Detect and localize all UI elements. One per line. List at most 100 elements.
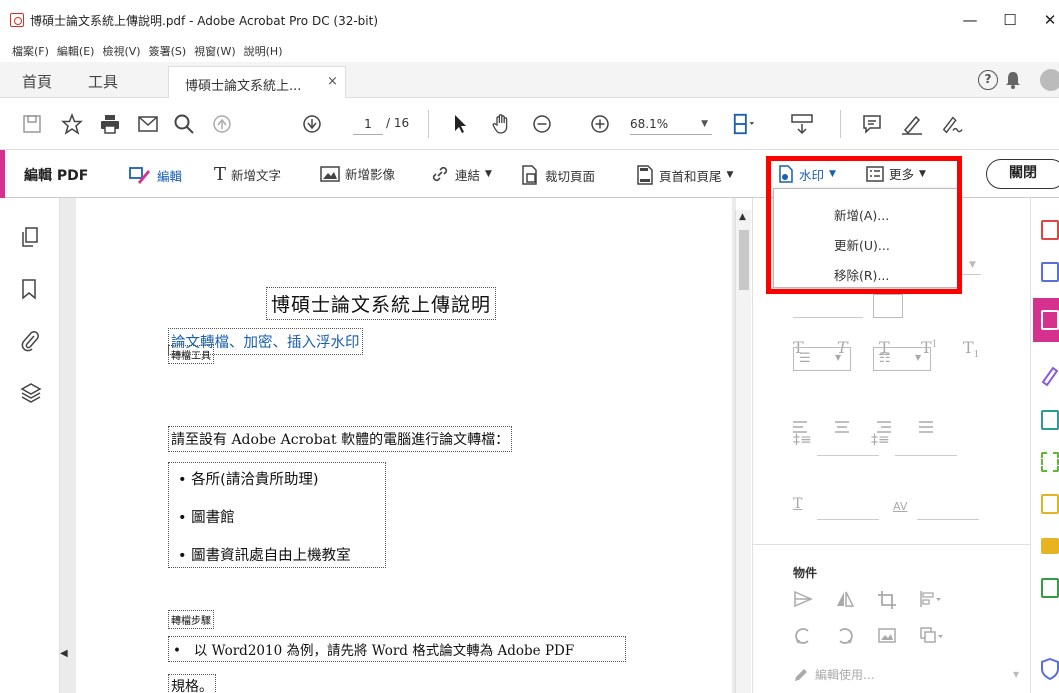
rotate-right-icon[interactable]: [835, 626, 855, 649]
steps-heading[interactable]: 轉檔步驟: [168, 610, 214, 629]
horizontal-scaling-icon[interactable]: T: [793, 496, 802, 512]
instruction-text[interactable]: 請至設有 Adobe Acrobat 軟體的電腦進行論文轉檔：: [168, 426, 513, 452]
chevron-down-icon: ▼: [485, 169, 492, 179]
character-spacing-icon[interactable]: AV: [893, 500, 907, 513]
menu-file[interactable]: 檔案(F): [12, 43, 49, 59]
page-fit-icon[interactable]: [732, 112, 756, 136]
line-spacing-select[interactable]: [817, 434, 879, 456]
highlight-pen-icon[interactable]: [900, 112, 924, 136]
maximize-button[interactable]: ☐: [995, 8, 1025, 32]
app-tab-bar: 首頁 工具 博碩士論文系統上... × ?: [0, 62, 1059, 98]
page-thumbnails-icon[interactable]: [20, 226, 42, 248]
subscript-icon[interactable]: T1: [963, 338, 979, 360]
pdf-page[interactable]: 博碩士論文系統上傳說明 論文轉檔、加密、插入浮水印 轉檔工具 請至設有 Adob…: [76, 198, 732, 693]
close-tool-button[interactable]: 關閉: [986, 159, 1059, 189]
align-objects-icon[interactable]: [919, 590, 943, 611]
menu-edit[interactable]: 編輯(E): [57, 43, 95, 59]
fill-sign-tool-icon[interactable]: [1041, 366, 1059, 389]
replace-image-icon[interactable]: [877, 626, 897, 649]
notification-bell-icon[interactable]: [1004, 70, 1022, 93]
combine-files-tool-icon[interactable]: [1041, 494, 1059, 514]
close-window-button[interactable]: ✕: [1035, 8, 1059, 32]
user-avatar[interactable]: [1040, 69, 1059, 91]
menu-help[interactable]: 說明(H): [244, 43, 283, 59]
line-spacing-icon[interactable]: ‡≡: [793, 432, 812, 448]
color-swatch[interactable]: [873, 294, 903, 318]
read-mode-icon[interactable]: [790, 112, 814, 136]
search-icon[interactable]: [172, 112, 196, 136]
zoom-in-icon[interactable]: [588, 112, 612, 136]
font-size-select[interactable]: [793, 296, 863, 318]
scroll-left-arrow-icon[interactable]: ◀: [60, 648, 68, 659]
link-icon: [432, 166, 448, 182]
edit-using-select[interactable]: 編輯使用... ▼: [793, 666, 1023, 683]
sign-icon[interactable]: [940, 112, 964, 136]
scan-ocr-tool-icon[interactable]: [1041, 410, 1059, 430]
flip-horizontal-icon[interactable]: [835, 590, 855, 611]
flip-vertical-icon[interactable]: [793, 590, 813, 611]
chevron-down-icon: ▼: [701, 119, 708, 129]
acrobat-logo-icon: [10, 13, 24, 27]
tab-home[interactable]: 首頁: [22, 71, 52, 92]
crop-pages-button[interactable]: 裁切頁面: [520, 164, 595, 186]
zoom-level-select[interactable]: 68.1% ▼: [630, 113, 712, 135]
tool-heading[interactable]: 轉檔工具: [168, 345, 214, 364]
toolbar-divider: [428, 110, 429, 138]
tools-strip: [1030, 198, 1059, 693]
menu-sign[interactable]: 簽署(S): [149, 43, 187, 59]
list-item: • 圖書館: [178, 510, 235, 526]
paragraph-spacing-select[interactable]: [895, 434, 957, 456]
edit-pdf-tool-active[interactable]: [1033, 298, 1059, 342]
tool-accent-bar: [0, 150, 5, 198]
left-navigation-pane: [0, 198, 60, 693]
compare-files-tool-icon[interactable]: [1041, 578, 1059, 598]
horizontal-scaling-select[interactable]: [817, 498, 879, 520]
step-text[interactable]: • 以 Word2010 為例，請先將 Word 格式論文轉為 Adobe PD…: [168, 636, 626, 662]
step-text-continued[interactable]: 規格。: [168, 674, 216, 693]
document-tab-label: 博碩士論文系統上...: [185, 79, 302, 94]
page-count: / 16: [386, 116, 410, 130]
bookmark-star-icon[interactable]: [60, 112, 84, 136]
scrollbar-thumb[interactable]: [739, 230, 749, 290]
save-icon[interactable]: [20, 112, 44, 136]
link-button[interactable]: 連結 ▼: [430, 164, 492, 184]
header-footer-button[interactable]: 頁首和頁尾 ▼: [636, 164, 733, 186]
comment-icon[interactable]: [860, 112, 884, 136]
protect-tool-icon[interactable]: [1041, 657, 1059, 683]
paragraph-spacing-icon[interactable]: ‡≡: [871, 432, 890, 448]
tab-document[interactable]: 博碩士論文系統上... ×: [168, 66, 346, 98]
bookmarks-icon[interactable]: [20, 278, 42, 300]
comment-tool-icon[interactable]: [1041, 538, 1059, 554]
menu-window[interactable]: 視窗(W): [194, 43, 235, 59]
layers-icon[interactable]: [20, 382, 42, 404]
document-title[interactable]: 博碩士論文系統上傳說明: [266, 287, 497, 320]
print-icon[interactable]: [98, 112, 122, 136]
add-text-button[interactable]: T 新增文字: [214, 164, 281, 185]
rotate-left-icon[interactable]: [793, 626, 813, 649]
email-icon[interactable]: [136, 112, 160, 136]
previous-page-icon[interactable]: [210, 112, 234, 136]
menu-view[interactable]: 檢視(V): [102, 43, 140, 59]
edit-button[interactable]: 編輯: [128, 164, 182, 186]
create-pdf-tool-icon[interactable]: [1041, 262, 1059, 282]
vertical-scrollbar[interactable]: ▲: [735, 210, 751, 693]
arrange-objects-icon[interactable]: [919, 626, 945, 649]
close-tab-icon[interactable]: ×: [327, 74, 338, 89]
minimize-button[interactable]: —: [955, 8, 985, 32]
add-image-button[interactable]: 新增影像: [320, 164, 395, 183]
help-icon[interactable]: ?: [978, 70, 998, 90]
next-page-icon[interactable]: [300, 112, 324, 136]
page-number-input[interactable]: 1: [353, 113, 383, 135]
select-cursor-icon[interactable]: [448, 112, 472, 136]
menu-bar: 檔案(F) 編輯(E) 檢視(V) 簽署(S) 視窗(W) 說明(H): [0, 40, 1059, 62]
tab-tools[interactable]: 工具: [88, 71, 118, 92]
character-spacing-select[interactable]: [917, 498, 979, 520]
scroll-up-arrow-icon[interactable]: ▲: [739, 212, 746, 222]
crop-image-icon[interactable]: [877, 590, 897, 613]
hand-tool-icon[interactable]: [490, 112, 514, 136]
zoom-out-icon[interactable]: [530, 112, 554, 136]
organize-pages-tool-icon[interactable]: [1041, 452, 1059, 472]
export-pdf-tool-icon[interactable]: [1041, 220, 1059, 240]
attachments-icon[interactable]: [20, 330, 42, 352]
list-item: • 各所(請洽貴所助理): [178, 472, 319, 488]
